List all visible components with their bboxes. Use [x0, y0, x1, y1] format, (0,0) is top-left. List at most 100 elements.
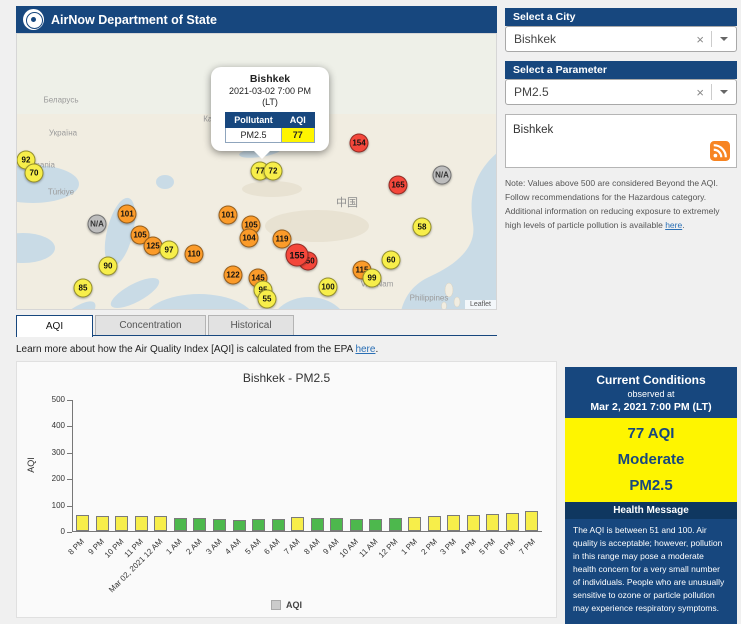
app-title: AirNow Department of State: [51, 12, 217, 27]
x-axis-tick-label: 8 AM: [301, 537, 322, 557]
bar-3-pm[interactable]: [447, 515, 461, 531]
aqi-map-marker-na[interactable]: N/A: [87, 214, 107, 234]
aqi-map-marker-55[interactable]: 55: [257, 289, 277, 309]
aqi-map-marker-97[interactable]: 97: [159, 240, 179, 260]
bar-1-pm[interactable]: [408, 516, 422, 531]
bar-mar-02-2021-12-am[interactable]: [154, 516, 168, 531]
tab-concentration[interactable]: Concentration: [95, 315, 206, 335]
note-text-end: .: [682, 220, 685, 230]
aqi-map-marker-101[interactable]: 101: [218, 205, 238, 225]
map-place-label: Philippines: [409, 293, 449, 303]
learn-more-after: .: [375, 344, 379, 355]
aqi-value-box: 77 AQI Moderate PM2.5: [565, 418, 737, 502]
aqi-map-marker-155[interactable]: 155: [285, 243, 309, 267]
select-divider: [711, 31, 712, 47]
bar-7-pm[interactable]: [525, 510, 539, 531]
learn-more-before: Learn more about how the Air Quality Ind…: [16, 344, 356, 355]
bar-1-am[interactable]: [173, 517, 187, 531]
bar-9-am[interactable]: [330, 518, 344, 531]
x-axis-tick-label: 2 PM: [419, 537, 439, 557]
bar-6-pm[interactable]: [505, 512, 519, 531]
bar-10-am[interactable]: [349, 518, 363, 531]
chevron-down-icon[interactable]: [720, 37, 728, 45]
health-message-text: The AQI is between 51 and 100. Air quali…: [573, 525, 725, 613]
bar-8-pm[interactable]: [76, 514, 90, 531]
parameter-select[interactable]: PM2.5 ×: [505, 79, 737, 105]
aqi-map-marker-165[interactable]: 165: [388, 175, 408, 195]
epa-here-link[interactable]: here: [355, 344, 375, 355]
y-axis-label: AQI: [25, 457, 36, 473]
state-department-seal-icon: [23, 9, 44, 30]
bar-7-am[interactable]: [291, 517, 305, 531]
x-axis-tick-label: 11 AM: [357, 537, 380, 559]
y-axis-tick: 200: [51, 474, 65, 484]
observed-at-label: observed at: [627, 389, 675, 399]
aqi-map-marker-154[interactable]: 154: [349, 133, 369, 153]
rss-box: Bishkek: [505, 114, 737, 168]
y-axis-tick: 300: [51, 447, 65, 457]
chart-legend: AQI: [17, 600, 556, 610]
bar-8-am[interactable]: [310, 517, 324, 531]
tab-aqi[interactable]: AQI: [16, 315, 93, 337]
bar-2-pm[interactable]: [427, 515, 441, 531]
clear-parameter-icon[interactable]: ×: [689, 85, 711, 100]
bar-3-am[interactable]: [212, 519, 226, 531]
popup-aqi-value: 77: [280, 127, 315, 143]
aqi-map-marker-90[interactable]: 90: [98, 256, 118, 276]
aqi-map-marker-60[interactable]: 60: [381, 250, 401, 270]
bar-12-pm[interactable]: [388, 518, 402, 531]
aqi-map-marker-na[interactable]: N/A: [432, 165, 452, 185]
x-axis-tick-label: 1 PM: [399, 537, 420, 557]
map-popup: Bishkek 2021-03-02 7:00 PM (LT) Pollutan…: [211, 67, 329, 159]
x-axis-tick-label: 7 AM: [282, 537, 302, 557]
note-here-link[interactable]: here: [665, 220, 682, 230]
y-axis-tick: 400: [51, 421, 65, 431]
aqi-map-marker-58[interactable]: 58: [412, 217, 432, 237]
aqi-note: Note: Values above 500 are considered Be…: [505, 176, 737, 232]
aqi-category: Moderate: [617, 450, 685, 468]
aqi-pollutant: PM2.5: [629, 477, 673, 495]
bar-11-pm[interactable]: [134, 516, 148, 531]
popup-city: Bishkek: [249, 73, 291, 85]
map[interactable]: БеларусьУкраїнаRomaniaTürkiyeКазахстан中国…: [16, 33, 497, 310]
bar-2-am[interactable]: [193, 518, 207, 531]
bar-4-am[interactable]: [232, 519, 246, 531]
bar-9-pm[interactable]: [95, 515, 109, 531]
clear-city-icon[interactable]: ×: [689, 32, 711, 47]
bar-5-pm[interactable]: [486, 513, 500, 531]
select-parameter-header: Select a Parameter: [505, 61, 737, 79]
page: AirNow Department of State Беларусь Укра…: [0, 0, 741, 624]
x-axis-tick-label: 7 PM: [517, 537, 537, 557]
chevron-down-icon[interactable]: [720, 90, 728, 98]
aqi-chart: Bishkek - PM2.5 AQI AQI 0 100 200 300 400 500…: [16, 361, 557, 618]
bar-11-am[interactable]: [369, 519, 383, 531]
city-select[interactable]: Bishkek ×: [505, 26, 737, 52]
rss-icon[interactable]: [710, 141, 730, 161]
city-select-value: Bishkek: [514, 32, 557, 46]
bar-5-am[interactable]: [252, 519, 266, 531]
x-axis-tick-label: 12 PM: [376, 537, 400, 560]
map-place-label: Беларусь: [43, 95, 79, 105]
bar-4-pm[interactable]: [466, 514, 480, 531]
bar-6-am[interactable]: [271, 518, 285, 531]
map-place-label: Україна: [48, 128, 78, 138]
tab-historical[interactable]: Historical: [208, 315, 294, 335]
tab-bar: AQI Concentration Historical: [16, 315, 497, 337]
aqi-map-marker-99[interactable]: 99: [362, 268, 382, 288]
aqi-map-marker-104[interactable]: 104: [239, 228, 259, 248]
aqi-map-marker-101[interactable]: 101: [117, 204, 137, 224]
rss-city-label: Bishkek: [513, 124, 554, 136]
bar-10-pm[interactable]: [115, 515, 129, 531]
aqi-map-marker-122[interactable]: 122: [223, 265, 243, 285]
note-text: Note: Values above 500 are considered Be…: [505, 178, 720, 230]
y-axis-tick: 0: [60, 527, 65, 536]
popup-datetime: 2021-03-02 7:00 PM: [228, 86, 312, 96]
aqi-map-marker-85[interactable]: 85: [73, 278, 93, 298]
aqi-map-marker-110[interactable]: 110: [184, 244, 204, 264]
parameter-select-value: PM2.5: [514, 85, 549, 99]
x-axis-tick-label: 5 AM: [243, 537, 263, 557]
map-attribution[interactable]: Leaflet: [464, 300, 496, 309]
aqi-map-marker-70[interactable]: 70: [24, 163, 44, 183]
x-axis-tick-label: 6 AM: [262, 537, 282, 557]
aqi-map-marker-100[interactable]: 100: [318, 277, 338, 297]
